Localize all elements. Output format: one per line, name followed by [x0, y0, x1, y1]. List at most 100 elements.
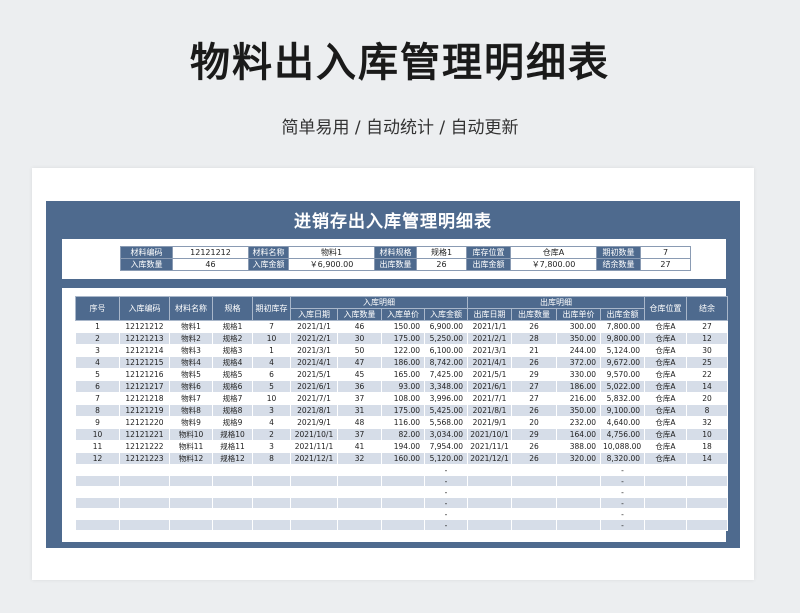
table-cell[interactable]: 2021/6/1: [290, 380, 338, 393]
table-cell[interactable]: 12121215: [119, 356, 170, 369]
col-header-location[interactable]: 仓库位置: [644, 296, 687, 321]
table-cell[interactable]: [75, 486, 120, 498]
table-cell[interactable]: 规格9: [212, 416, 253, 429]
table-cell[interactable]: -: [600, 519, 645, 531]
table-cell[interactable]: 9,100.00: [600, 404, 645, 417]
table-cell[interactable]: 108.00: [381, 392, 425, 405]
table-cell[interactable]: 330.00: [556, 368, 601, 381]
table-cell[interactable]: [467, 497, 512, 509]
table-cell[interactable]: -: [424, 486, 468, 498]
table-cell[interactable]: 2021/12/1: [290, 452, 338, 465]
table-cell[interactable]: 2021/10/1: [290, 428, 338, 441]
table-cell[interactable]: 20: [686, 392, 728, 405]
table-cell[interactable]: 32: [686, 416, 728, 429]
table-cell[interactable]: 2021/9/1: [290, 416, 338, 429]
summary-value[interactable]: ￥7,800.00: [510, 258, 597, 271]
table-cell[interactable]: 2021/11/1: [290, 440, 338, 453]
table-cell[interactable]: 2021/4/1: [290, 356, 338, 369]
table-cell[interactable]: 7: [252, 320, 291, 333]
table-cell[interactable]: 14: [686, 380, 728, 393]
table-cell[interactable]: 45: [337, 368, 382, 381]
table-cell[interactable]: [556, 486, 601, 498]
table-cell[interactable]: [644, 486, 687, 498]
table-cell[interactable]: 3,034.00: [424, 428, 468, 441]
table-cell[interactable]: 2021/5/1: [290, 368, 338, 381]
table-cell[interactable]: 4: [252, 356, 291, 369]
table-cell[interactable]: 仓库A: [644, 428, 687, 441]
table-cell[interactable]: 122.00: [381, 344, 425, 357]
table-cell[interactable]: 物料1: [169, 320, 213, 333]
table-cell[interactable]: -: [424, 464, 468, 476]
table-cell[interactable]: [75, 475, 120, 487]
table-cell[interactable]: 27: [511, 380, 557, 393]
table-cell[interactable]: 31: [337, 404, 382, 417]
table-cell[interactable]: 27: [511, 392, 557, 405]
col-header-in-qty[interactable]: 入库数量: [337, 308, 382, 321]
col-header-seq[interactable]: 序号: [75, 296, 120, 321]
table-cell[interactable]: [337, 497, 382, 509]
table-cell[interactable]: 27: [686, 320, 728, 333]
table-cell[interactable]: 372.00: [556, 356, 601, 369]
table-cell[interactable]: -: [600, 486, 645, 498]
col-header-out-amount[interactable]: 出库金额: [600, 308, 645, 321]
table-cell[interactable]: 仓库A: [644, 332, 687, 345]
table-cell[interactable]: [686, 464, 728, 476]
table-cell[interactable]: 26: [511, 320, 557, 333]
table-cell[interactable]: 仓库A: [644, 356, 687, 369]
table-cell[interactable]: 11: [75, 440, 120, 453]
table-cell[interactable]: 3: [75, 344, 120, 357]
table-cell[interactable]: 规格2: [212, 332, 253, 345]
table-cell[interactable]: [252, 464, 291, 476]
table-cell[interactable]: 物料7: [169, 392, 213, 405]
table-cell[interactable]: -: [600, 508, 645, 520]
table-cell[interactable]: 8,742.00: [424, 356, 468, 369]
table-cell[interactable]: 仓库A: [644, 440, 687, 453]
table-cell[interactable]: 规格1: [212, 320, 253, 333]
table-cell[interactable]: 2021/7/1: [290, 392, 338, 405]
col-header-in-amount[interactable]: 入库金额: [424, 308, 468, 321]
table-cell[interactable]: 12121219: [119, 404, 170, 417]
table-cell[interactable]: 216.00: [556, 392, 601, 405]
table-cell[interactable]: [290, 486, 338, 498]
table-cell[interactable]: 186.00: [556, 380, 601, 393]
table-cell[interactable]: 2021/8/1: [290, 404, 338, 417]
table-cell[interactable]: 2: [252, 428, 291, 441]
table-cell[interactable]: 2021/10/1: [467, 428, 512, 441]
col-header-balance[interactable]: 结余: [686, 296, 728, 321]
table-cell[interactable]: [212, 464, 253, 476]
table-cell[interactable]: [119, 464, 170, 476]
table-cell[interactable]: [252, 475, 291, 487]
table-cell[interactable]: -: [424, 497, 468, 509]
table-cell[interactable]: 规格6: [212, 380, 253, 393]
table-cell[interactable]: 5: [252, 380, 291, 393]
table-cell[interactable]: 物料11: [169, 440, 213, 453]
table-cell[interactable]: 37: [337, 428, 382, 441]
summary-value[interactable]: 7: [640, 246, 691, 259]
table-cell[interactable]: [381, 486, 425, 498]
table-cell[interactable]: 规格8: [212, 404, 253, 417]
table-cell[interactable]: [511, 508, 557, 520]
table-cell[interactable]: 物料3: [169, 344, 213, 357]
table-cell[interactable]: 12121214: [119, 344, 170, 357]
table-cell[interactable]: [290, 464, 338, 476]
table-cell[interactable]: 6,900.00: [424, 320, 468, 333]
table-cell[interactable]: 164.00: [556, 428, 601, 441]
table-cell[interactable]: [644, 519, 687, 531]
table-cell[interactable]: 9,672.00: [600, 356, 645, 369]
table-cell[interactable]: [252, 508, 291, 520]
group-header-out[interactable]: 出库明细: [467, 296, 645, 309]
col-header-in-date[interactable]: 入库日期: [290, 308, 338, 321]
table-cell[interactable]: -: [600, 475, 645, 487]
table-cell[interactable]: [252, 486, 291, 498]
table-cell[interactable]: 2021/2/1: [467, 332, 512, 345]
table-cell[interactable]: [75, 508, 120, 520]
table-cell[interactable]: 186.00: [381, 356, 425, 369]
table-cell[interactable]: 14: [686, 452, 728, 465]
table-cell[interactable]: 规格3: [212, 344, 253, 357]
table-cell[interactable]: [467, 519, 512, 531]
table-cell[interactable]: 41: [337, 440, 382, 453]
table-cell[interactable]: [290, 475, 338, 487]
table-cell[interactable]: 10: [686, 428, 728, 441]
table-cell[interactable]: 4: [75, 356, 120, 369]
table-cell[interactable]: 2021/12/1: [467, 452, 512, 465]
